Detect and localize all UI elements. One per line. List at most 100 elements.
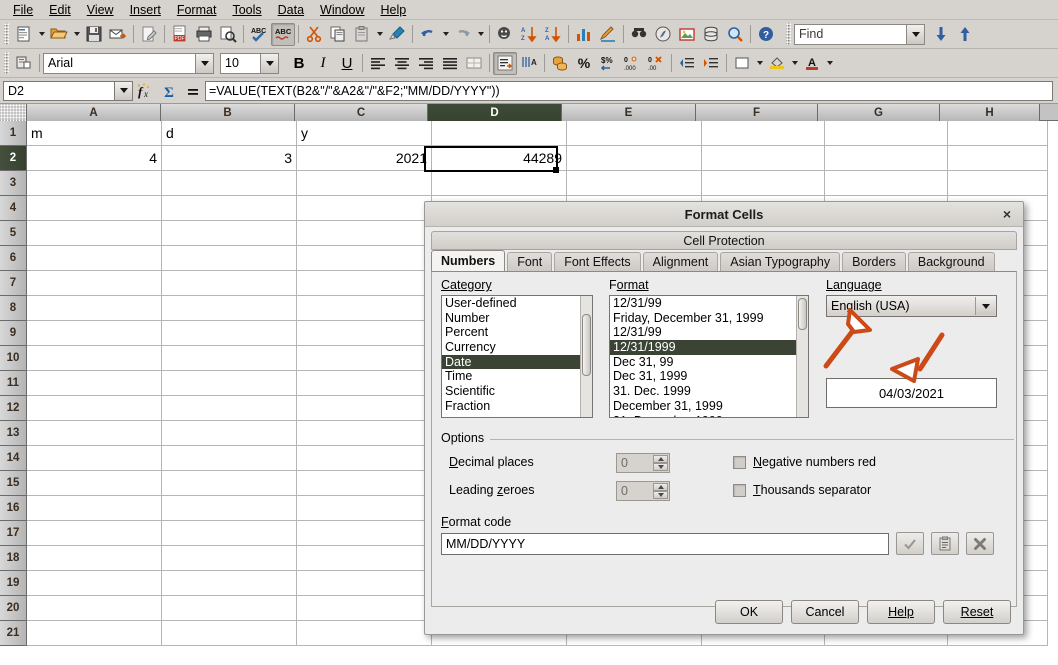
toolbar-grip-2[interactable] bbox=[786, 23, 791, 45]
cell-A3[interactable] bbox=[27, 171, 162, 196]
cell-C19[interactable] bbox=[297, 571, 432, 596]
new-document-icon[interactable] bbox=[12, 23, 36, 46]
cell-B14[interactable] bbox=[162, 446, 297, 471]
cell-C12[interactable] bbox=[297, 396, 432, 421]
cell-A9[interactable] bbox=[27, 321, 162, 346]
cell-C2[interactable]: 2021 bbox=[297, 146, 432, 171]
cell-C9[interactable] bbox=[297, 321, 432, 346]
cell-C11[interactable] bbox=[297, 371, 432, 396]
cell-C21[interactable] bbox=[297, 621, 432, 646]
cell-C14[interactable] bbox=[297, 446, 432, 471]
thousands-separator-checkbox-row[interactable]: Thousands separator bbox=[733, 483, 871, 497]
sort-descending-icon[interactable]: ZA bbox=[541, 23, 565, 46]
function-wizard-icon[interactable]: fx bbox=[133, 80, 157, 102]
category-scroll-thumb[interactable] bbox=[582, 314, 591, 376]
tab-font[interactable]: Font bbox=[507, 252, 552, 271]
cell-F2[interactable] bbox=[702, 146, 825, 171]
menu-item-data[interactable]: Data bbox=[271, 1, 311, 19]
category-item[interactable]: Time bbox=[442, 369, 592, 384]
find-previous-icon[interactable] bbox=[953, 23, 977, 46]
cell-C3[interactable] bbox=[297, 171, 432, 196]
bold-button[interactable]: B bbox=[287, 52, 311, 75]
email-document-icon[interactable] bbox=[106, 23, 130, 46]
cancel-button[interactable]: Cancel bbox=[791, 600, 859, 624]
row-header-14[interactable]: 14 bbox=[0, 446, 27, 471]
row-header-12[interactable]: 12 bbox=[0, 396, 27, 421]
row-header-15[interactable]: 15 bbox=[0, 471, 27, 496]
category-item[interactable]: Currency bbox=[442, 340, 592, 355]
format-code-input[interactable]: MM/DD/YYYY bbox=[441, 533, 889, 555]
format-scroll-thumb[interactable] bbox=[798, 298, 807, 330]
cell-A1[interactable]: m bbox=[27, 121, 162, 146]
cell-D3[interactable] bbox=[432, 171, 567, 196]
find-dropdown-icon[interactable] bbox=[906, 24, 925, 45]
column-header-h[interactable]: H bbox=[940, 104, 1040, 121]
cell-E2[interactable] bbox=[567, 146, 702, 171]
row-header-19[interactable]: 19 bbox=[0, 571, 27, 596]
row-header-4[interactable]: 4 bbox=[0, 196, 27, 221]
cell-C16[interactable] bbox=[297, 496, 432, 521]
tab-background[interactable]: Background bbox=[908, 252, 995, 271]
equals-icon[interactable] bbox=[181, 80, 205, 102]
styles-icon[interactable] bbox=[12, 52, 36, 75]
zoom-icon[interactable] bbox=[723, 23, 747, 46]
menu-item-edit[interactable]: Edit bbox=[42, 1, 78, 19]
column-header-f[interactable]: F bbox=[696, 104, 818, 121]
format-item[interactable]: 12/31/1999 bbox=[610, 340, 808, 355]
copy-icon[interactable] bbox=[326, 23, 350, 46]
help-button[interactable]: Help bbox=[867, 600, 935, 624]
tab-asian-typography[interactable]: Asian Typography bbox=[720, 252, 840, 271]
cell-B21[interactable] bbox=[162, 621, 297, 646]
italic-button[interactable]: I bbox=[311, 52, 335, 75]
format-item[interactable]: 31. December 1999 bbox=[610, 414, 808, 419]
cell-A21[interactable] bbox=[27, 621, 162, 646]
cell-B15[interactable] bbox=[162, 471, 297, 496]
cell-B4[interactable] bbox=[162, 196, 297, 221]
row-header-18[interactable]: 18 bbox=[0, 546, 27, 571]
leading-zeroes-spin-buttons[interactable] bbox=[653, 483, 668, 499]
cell-C5[interactable] bbox=[297, 221, 432, 246]
cell-G2[interactable] bbox=[825, 146, 948, 171]
row-header-20[interactable]: 20 bbox=[0, 596, 27, 621]
wrap-text-icon[interactable] bbox=[493, 52, 517, 75]
format-listbox[interactable]: 12/31/99Friday, December 31, 199912/31/9… bbox=[609, 295, 809, 418]
help-icon[interactable]: ? bbox=[754, 23, 778, 46]
negative-numbers-red-checkbox-row[interactable]: Negative numbers red bbox=[733, 455, 876, 469]
underline-button[interactable]: U bbox=[335, 52, 359, 75]
open-file-dropdown-icon[interactable] bbox=[71, 23, 82, 46]
row-header-7[interactable]: 7 bbox=[0, 271, 27, 296]
column-header-e[interactable]: E bbox=[562, 104, 696, 121]
cell-C6[interactable] bbox=[297, 246, 432, 271]
align-center-icon[interactable] bbox=[390, 52, 414, 75]
name-box[interactable]: D2 bbox=[3, 81, 115, 101]
spin-down-icon[interactable] bbox=[653, 491, 668, 499]
menu-item-window[interactable]: Window bbox=[313, 1, 371, 19]
edit-file-icon[interactable] bbox=[137, 23, 161, 46]
new-document-dropdown-icon[interactable] bbox=[36, 23, 47, 46]
chevron-down-icon[interactable] bbox=[975, 297, 995, 315]
remove-format-icon[interactable] bbox=[966, 532, 994, 555]
clone-formatting-icon[interactable] bbox=[385, 23, 409, 46]
column-header-a[interactable]: A bbox=[27, 104, 161, 121]
cell-H2[interactable] bbox=[948, 146, 1048, 171]
tab-cell-protection[interactable]: Cell Protection bbox=[431, 231, 1017, 250]
redo-icon[interactable] bbox=[451, 23, 475, 46]
category-scrollbar[interactable] bbox=[580, 296, 592, 417]
tab-font-effects[interactable]: Font Effects bbox=[554, 252, 640, 271]
cell-D2[interactable]: 44289 bbox=[432, 146, 567, 171]
column-header-b[interactable]: B bbox=[161, 104, 295, 121]
decimal-places-spin-buttons[interactable] bbox=[653, 455, 668, 471]
cell-C8[interactable] bbox=[297, 296, 432, 321]
insert-image-icon[interactable] bbox=[675, 23, 699, 46]
format-item[interactable]: Dec 31, 1999 bbox=[610, 369, 808, 384]
align-justified-icon[interactable] bbox=[438, 52, 462, 75]
delete-decimal-icon[interactable]: 0.00 bbox=[644, 52, 668, 75]
cell-A4[interactable] bbox=[27, 196, 162, 221]
cell-B2[interactable]: 3 bbox=[162, 146, 297, 171]
cell-B18[interactable] bbox=[162, 546, 297, 571]
cell-B10[interactable] bbox=[162, 346, 297, 371]
background-color-dropdown-icon[interactable] bbox=[789, 52, 800, 75]
row-header-2[interactable]: 2 bbox=[0, 146, 27, 171]
checkmark-icon[interactable] bbox=[896, 532, 924, 555]
cell-G1[interactable] bbox=[825, 121, 948, 146]
